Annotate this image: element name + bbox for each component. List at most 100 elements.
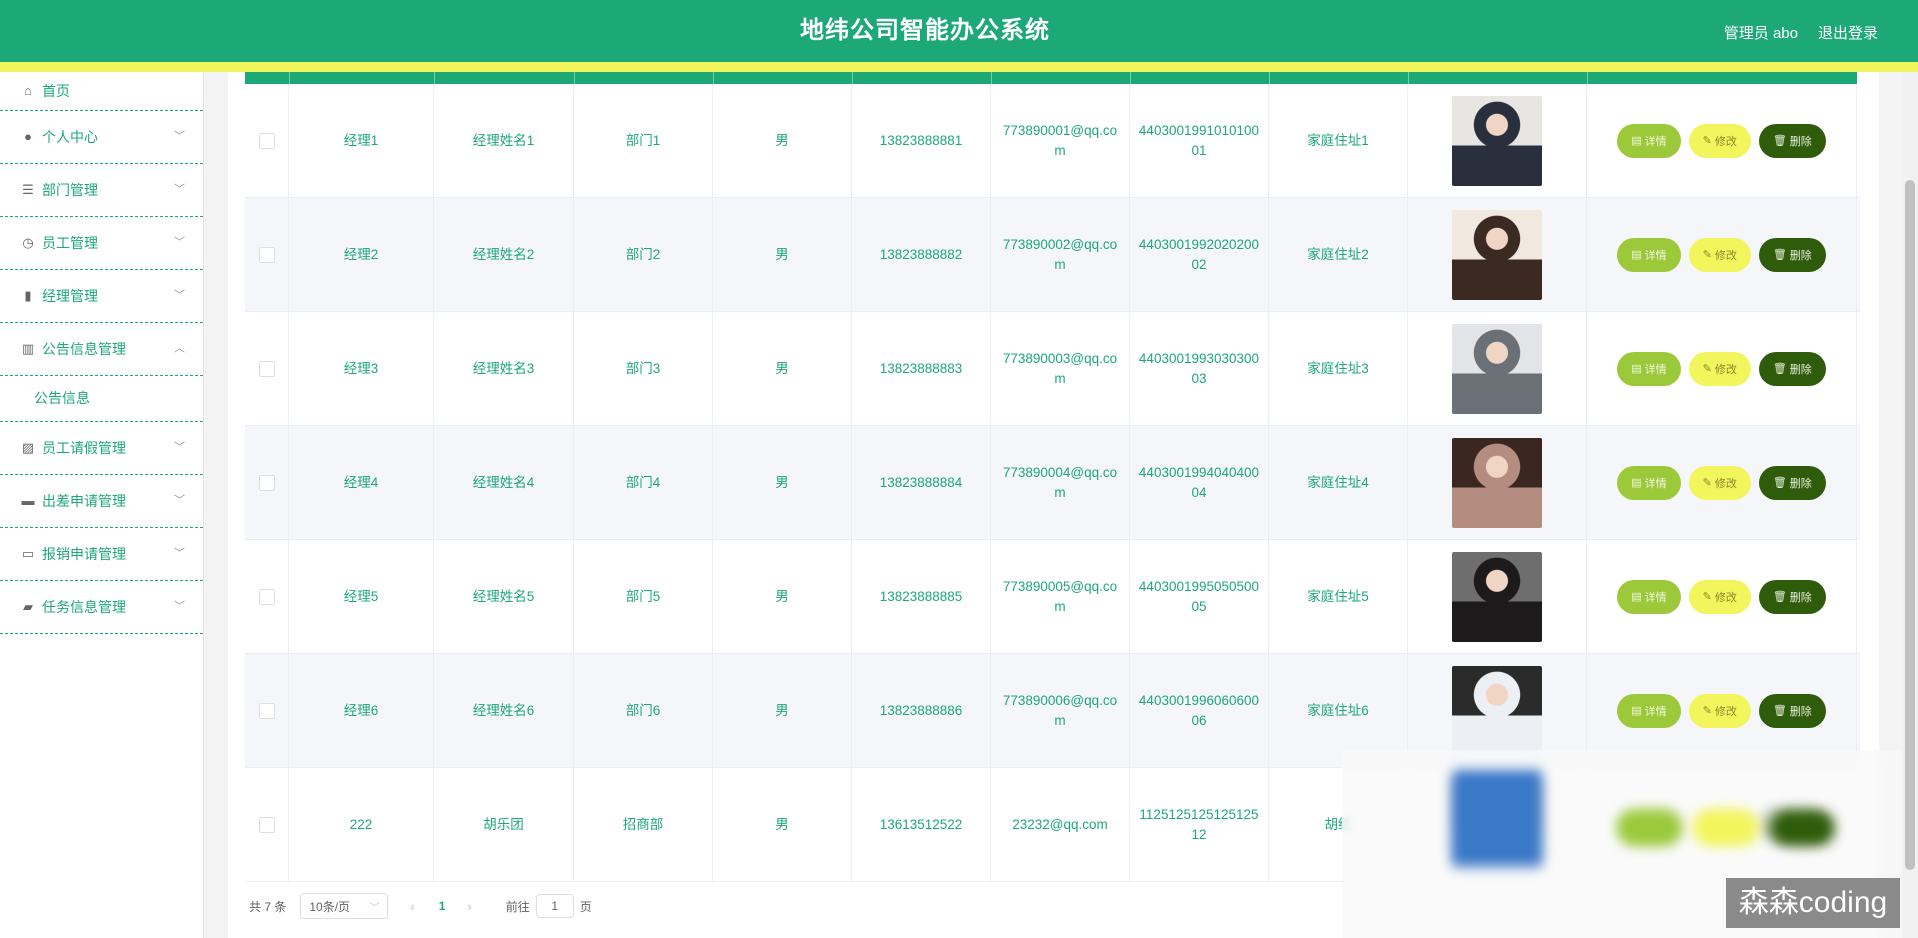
prev-page-button[interactable]: ‹ (410, 899, 414, 914)
edit-button[interactable]: ✎修改 (1688, 465, 1751, 500)
sidebar: ⌂ 首页 ● 个人中心 ﹀ ☰ 部门管理 ﹀ ◷ 员工管理 ﹀ ▮ 经理管理 ﹀… (0, 72, 204, 938)
row-checkbox[interactable] (258, 246, 275, 263)
next-page-button[interactable]: › (467, 899, 471, 914)
chevron-down-icon: ﹀ (174, 289, 185, 302)
delete-button[interactable]: 🗑删除 (1758, 465, 1826, 500)
row-actions: ▤详情✎修改🗑删除 (1617, 237, 1826, 272)
edit-button[interactable]: ✎修改 (1688, 351, 1751, 386)
sidebar-item-label: 个人中心 (42, 129, 98, 145)
row-checkbox[interactable] (258, 132, 275, 149)
chevron-down-icon: ﹀ (174, 441, 185, 454)
detail-label: 详情 (1644, 135, 1667, 148)
row-actions: ▤详情✎修改🗑删除 (1617, 579, 1826, 614)
sidebar-item-label: 部门管理 (42, 182, 98, 198)
sidebar-item-business-trip[interactable]: ▬ 出差申请管理 ﹀ (0, 475, 203, 528)
cell-id-card: 440300199101010001 (1130, 84, 1269, 197)
detail-icon: ▤ (1631, 363, 1642, 375)
sidebar-item-departments[interactable]: ☰ 部门管理 ﹀ (0, 164, 203, 217)
edit-label: 修改 (1714, 591, 1737, 604)
edit-button[interactable]: ✎修改 (1688, 579, 1751, 614)
cell-account: 经理2 (289, 198, 434, 311)
top-bar: 地纬公司智能办公系统 管理员 abo 退出登录 (0, 0, 1918, 62)
detail-label: 详情 (1644, 477, 1667, 490)
delete-button[interactable]: 🗑删除 (1758, 351, 1826, 386)
cell-dept: 部门4 (574, 426, 713, 539)
edit-icon: ✎ (1702, 705, 1712, 717)
row-checkbox[interactable] (258, 816, 275, 833)
cell-phone: 13823888881 (852, 84, 991, 197)
cell-phone: 13823888882 (852, 198, 991, 311)
sidebar-item-employees[interactable]: ◷ 员工管理 ﹀ (0, 217, 203, 270)
cell-address: 家庭住址3 (1269, 312, 1408, 425)
detail-label: 详情 (1644, 591, 1667, 604)
blurred-photo (1452, 770, 1542, 865)
sidebar-item-label: 出差申请管理 (42, 493, 126, 509)
cell-gender: 男 (713, 426, 852, 539)
checkbox-cell (245, 198, 289, 311)
delete-label: 删除 (1789, 477, 1812, 490)
goto-page-input[interactable] (535, 894, 574, 918)
cell-id-card: 440300199404040004 (1130, 426, 1269, 539)
delete-button[interactable]: 🗑删除 (1758, 237, 1826, 272)
edit-button[interactable]: ✎修改 (1688, 237, 1751, 272)
row-checkbox[interactable] (258, 474, 275, 491)
edit-label: 修改 (1714, 363, 1737, 376)
delete-button[interactable]: 🗑删除 (1758, 579, 1826, 614)
chevron-up-icon: ︿ (174, 342, 185, 355)
manager-photo (1452, 323, 1542, 414)
sidebar-item-home[interactable]: ⌂ 首页 (0, 72, 203, 111)
sidebar-item-label: 公告信息管理 (42, 341, 126, 357)
checkbox-cell (245, 312, 289, 425)
detail-icon: ▤ (1631, 135, 1642, 147)
photo-cell (1408, 426, 1587, 539)
cell-name: 经理姓名2 (434, 198, 574, 311)
sidebar-item-personal-center[interactable]: ● 个人中心 ﹀ (0, 111, 203, 164)
page-size-select[interactable]: 10条/页 ﹀ (300, 893, 389, 919)
sidebar-item-reimbursement[interactable]: ▭ 报销申请管理 ﹀ (0, 528, 203, 581)
sidebar-subitem-announcement-info[interactable]: 公告信息 (0, 376, 203, 422)
cell-id-card: 112512512512512512 (1130, 768, 1269, 881)
actions-cell: ▤详情✎修改🗑删除 (1587, 312, 1857, 425)
edit-button[interactable]: ✎修改 (1688, 693, 1751, 728)
detail-button[interactable]: ▤详情 (1617, 237, 1681, 272)
detail-button[interactable]: ▤详情 (1617, 351, 1681, 386)
page-size-value: 10条/页 (309, 899, 351, 914)
cell-gender: 男 (713, 312, 852, 425)
cell-phone: 13823888886 (852, 654, 991, 767)
cell-email: 773890005@qq.com (991, 540, 1130, 653)
detail-button[interactable]: ▤详情 (1617, 123, 1681, 158)
cell-id-card: 440300199505050005 (1130, 540, 1269, 653)
detail-button[interactable]: ▤详情 (1617, 693, 1681, 728)
page-number-1[interactable]: 1 (439, 899, 446, 913)
edit-label: 修改 (1714, 477, 1737, 490)
chevron-down-icon: ﹀ (174, 236, 185, 249)
sidebar-item-tasks[interactable]: ▰ 任务信息管理 ﹀ (0, 581, 203, 634)
detail-button[interactable]: ▤详情 (1617, 465, 1681, 500)
clock-icon: ◷ (22, 235, 34, 250)
edit-label: 修改 (1714, 705, 1737, 718)
delete-button[interactable]: 🗑删除 (1758, 693, 1826, 728)
pagination-total: 共 7 条 (249, 899, 287, 914)
edit-button[interactable]: ✎修改 (1688, 123, 1751, 158)
table-row: 经理2 经理姓名2 部门2 男 13823888882 773890002@qq.com 4… (245, 198, 1860, 312)
user-icon: ● (24, 129, 32, 144)
cell-account: 222 (289, 768, 434, 881)
detail-button[interactable]: ▤详情 (1617, 579, 1681, 614)
logout-link[interactable]: 退出登录 (1818, 22, 1878, 43)
delete-button[interactable]: 🗑删除 (1758, 123, 1826, 158)
watermark: 森森coding (1726, 878, 1900, 928)
manager-photo (1452, 95, 1542, 186)
pagination: 共 7 条 10条/页 ﹀ ‹ 1 › 前往 页 (245, 892, 592, 920)
cell-account: 经理1 (289, 84, 434, 197)
cell-gender: 男 (713, 198, 852, 311)
row-checkbox[interactable] (258, 588, 275, 605)
sidebar-item-announcements[interactable]: ▥ 公告信息管理 ︿ (0, 323, 203, 376)
cell-dept: 招商部 (574, 768, 713, 881)
delete-label: 删除 (1789, 591, 1812, 604)
row-checkbox[interactable] (258, 702, 275, 719)
sidebar-item-managers[interactable]: ▮ 经理管理 ﹀ (0, 270, 203, 323)
scrollbar-thumb[interactable] (1905, 180, 1915, 870)
row-checkbox[interactable] (258, 360, 275, 377)
sidebar-item-leave[interactable]: ▨ 员工请假管理 ﹀ (0, 422, 203, 475)
delete-label: 删除 (1789, 249, 1812, 262)
